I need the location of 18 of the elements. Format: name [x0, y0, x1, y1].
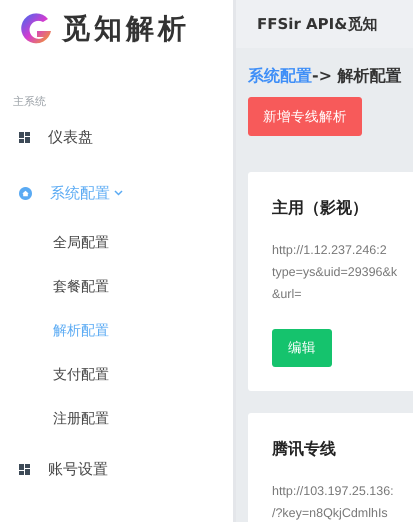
sidebar-item[interactable]: 仪表盘 — [0, 109, 233, 165]
section-label: 主系统 — [13, 94, 47, 109]
brand-name: 觅知解析 — [62, 11, 190, 47]
chevron-icon — [114, 190, 123, 196]
dashboard-icon — [19, 132, 30, 142]
header-title: FFSir API&觅知 — [257, 14, 378, 34]
submenu-item[interactable]: 支付配置 — [0, 353, 233, 397]
home-icon — [19, 186, 32, 200]
url-text: http://1.12.237.246:2 type=ys&uid=29396&k &url= — [272, 242, 398, 303]
url-text: http://103.197.25.136: /?key=n8QkjCdmlhIs — [272, 483, 395, 522]
sidebar-item[interactable]: 账号设置 — [0, 441, 233, 497]
submenu-item[interactable]: 套餐配置 — [0, 265, 233, 309]
card-title: 主用（影视） — [272, 198, 369, 219]
breadcrumb-current: -> 解析配置 — [312, 66, 402, 85]
dashboard-icon — [19, 464, 30, 474]
submenu-item[interactable]: 注册配置 — [0, 397, 233, 441]
card-title: 腾讯专线 — [272, 439, 337, 460]
submenu-item[interactable]: 全局配置 — [0, 221, 233, 265]
